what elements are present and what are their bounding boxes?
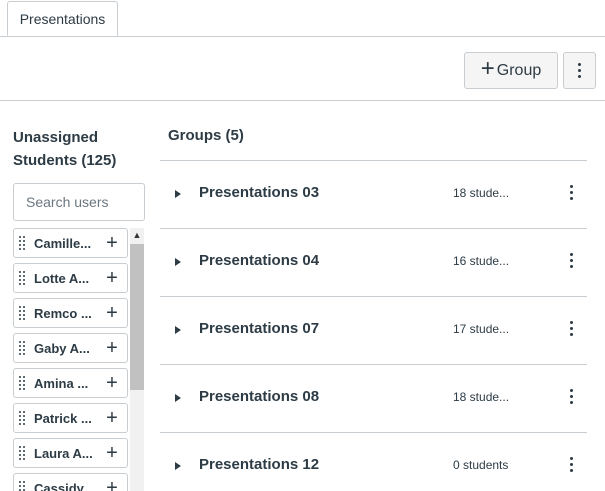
list-item[interactable]: Remco ... + (13, 298, 128, 328)
options-menu-button[interactable] (563, 52, 596, 89)
list-item[interactable]: Camille... + (13, 228, 128, 258)
group-name[interactable]: Presentations 04 (199, 252, 319, 269)
drag-handle-icon[interactable] (19, 446, 27, 460)
list-item[interactable]: Lotte A... + (13, 263, 128, 293)
plus-icon[interactable]: + (101, 408, 123, 428)
drag-handle-icon[interactable] (19, 341, 27, 355)
unassigned-students-list[interactable]: Camille... + Lotte A... + Remco ... + Ga… (13, 228, 129, 491)
plus-icon: + (480, 55, 495, 82)
caret-right-icon[interactable] (175, 190, 181, 198)
unassigned-students-heading: Unassigned Students (125) (13, 129, 117, 169)
caret-right-icon[interactable] (175, 394, 181, 402)
drag-handle-icon[interactable] (19, 411, 27, 425)
student-name: Remco ... (34, 305, 92, 321)
student-name: Laura A... (34, 445, 93, 461)
drag-handle-icon[interactable] (19, 376, 27, 390)
list-item[interactable]: Patrick ... + (13, 403, 128, 433)
group-name[interactable]: Presentations 03 (199, 184, 319, 201)
drag-handle-icon[interactable] (19, 306, 27, 320)
list-item[interactable]: Gaby A... + (13, 333, 128, 363)
group-row[interactable]: Presentations 08 18 stude... (160, 365, 587, 433)
scroll-up-arrow-icon[interactable]: ▲ (130, 228, 144, 243)
plus-icon[interactable]: + (101, 303, 123, 323)
group-student-count: 18 stude... (453, 186, 510, 200)
kebab-menu-icon[interactable] (562, 389, 580, 404)
plus-icon[interactable]: + (101, 338, 123, 358)
student-name: Lotte A... (34, 270, 90, 286)
add-group-button[interactable]: + Group (464, 52, 558, 89)
kebab-menu-icon[interactable] (562, 185, 580, 200)
plus-icon[interactable]: + (101, 233, 123, 253)
group-student-count: 18 stude... (453, 390, 510, 404)
plus-icon[interactable]: + (101, 478, 123, 491)
group-row[interactable]: Presentations 03 18 stude... (160, 161, 587, 229)
group-student-count: 17 stude... (453, 322, 510, 336)
groups-heading: Groups (5) (168, 127, 244, 144)
student-name: Gaby A... (34, 340, 90, 356)
tab-presentations[interactable]: Presentations (7, 1, 118, 36)
plus-icon[interactable]: + (101, 268, 123, 288)
drag-handle-icon[interactable] (19, 236, 27, 250)
group-name[interactable]: Presentations 12 (199, 456, 319, 473)
group-student-count: 0 students (453, 458, 509, 472)
list-item[interactable]: Cassidy... + (13, 473, 128, 491)
kebab-menu-icon (578, 63, 581, 78)
student-name: Cassidy... (34, 480, 94, 491)
group-name[interactable]: Presentations 08 (199, 388, 319, 405)
group-student-count: 16 stude... (453, 254, 510, 268)
list-item[interactable]: Laura A... + (13, 438, 128, 468)
caret-right-icon[interactable] (175, 462, 181, 470)
group-row[interactable]: Presentations 04 16 stude... (160, 229, 587, 297)
drag-handle-icon[interactable] (19, 271, 27, 285)
kebab-menu-icon[interactable] (562, 457, 580, 472)
student-name: Amina ... (34, 375, 89, 391)
scrollbar-thumb[interactable] (130, 244, 144, 390)
student-name: Patrick ... (34, 410, 92, 426)
caret-right-icon[interactable] (175, 326, 181, 334)
list-item[interactable]: Amina ... + (13, 368, 128, 398)
group-row[interactable]: Presentations 07 17 stude... (160, 297, 587, 365)
plus-icon[interactable]: + (101, 443, 123, 463)
caret-right-icon[interactable] (175, 258, 181, 266)
divider (0, 100, 605, 101)
tab-bar: Presentations (0, 0, 605, 37)
search-users-input[interactable] (13, 183, 145, 221)
kebab-menu-icon[interactable] (562, 321, 580, 336)
drag-handle-icon[interactable] (19, 481, 27, 491)
plus-icon[interactable]: + (101, 373, 123, 393)
student-name: Camille... (34, 235, 92, 251)
group-name[interactable]: Presentations 07 (199, 320, 319, 337)
group-row[interactable]: Presentations 12 0 students (160, 433, 587, 491)
add-group-label: Group (496, 61, 542, 79)
kebab-menu-icon[interactable] (562, 253, 580, 268)
